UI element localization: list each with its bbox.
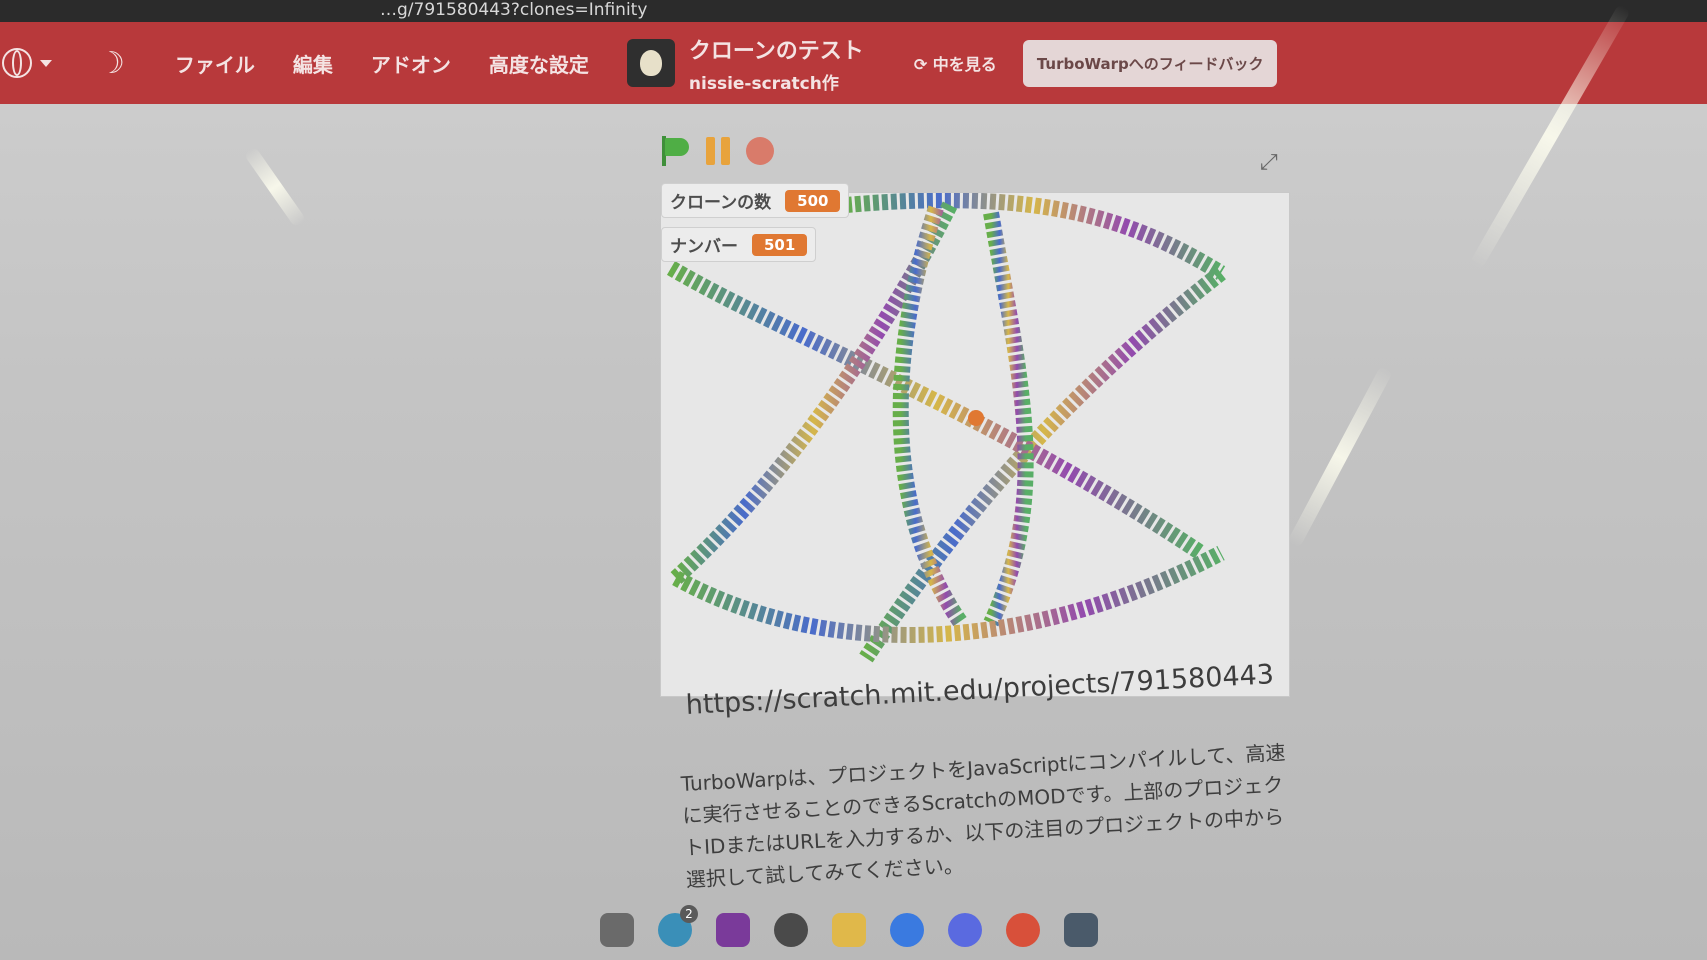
notification-badge: 2	[680, 905, 698, 923]
variable-monitor: ナンバー 501	[661, 227, 817, 262]
screen: …g/791580443?clones=Infinity ☽ ファイル 編集 ア…	[0, 0, 1707, 960]
globe-icon[interactable]	[2, 48, 32, 78]
theme-moon-icon[interactable]: ☽	[98, 46, 125, 81]
onenote-icon[interactable]	[716, 913, 750, 947]
see-inside-label: 中を見る	[932, 55, 997, 74]
monitor-value: 501	[752, 233, 808, 256]
pause-icon[interactable]	[706, 137, 730, 165]
screen-glare	[243, 146, 307, 228]
github-icon[interactable]	[774, 913, 808, 947]
folder-icon[interactable]	[832, 913, 866, 947]
stop-icon[interactable]	[746, 137, 774, 165]
menu-advanced[interactable]: 高度な設定	[489, 49, 589, 78]
address-bar[interactable]: …g/791580443?clones=Infinity	[0, 0, 1707, 22]
menu-file[interactable]: ファイル	[175, 49, 255, 78]
green-flag-icon[interactable]	[660, 136, 690, 166]
zoom-icon[interactable]	[890, 913, 924, 947]
monitor-label: クローンの数	[670, 193, 772, 213]
app-icon[interactable]	[1064, 913, 1098, 947]
chevron-down-icon[interactable]	[40, 59, 52, 67]
variable-monitor: クローンの数 500	[661, 183, 850, 218]
fullscreen-icon[interactable]: ⤢	[1260, 150, 1278, 175]
monitor-value: 500	[785, 189, 841, 212]
clone-curve	[983, 211, 1034, 627]
menubar: ☽ ファイル 編集 アドオン 高度な設定 クローンのテスト nissie-scr…	[0, 22, 1707, 104]
project-title: クローンのテスト	[688, 38, 864, 64]
project-info: クローンのテスト nissie-scratch作	[689, 33, 864, 94]
monitor-label: ナンバー	[670, 237, 738, 257]
feedback-button[interactable]: TurboWarpへのフィードバック	[1022, 39, 1278, 87]
project-thumbnail	[626, 39, 675, 87]
sprite-pattern	[666, 193, 1226, 663]
refresh-icon: ⟳	[913, 55, 933, 74]
clone-curve	[845, 193, 1226, 280]
discord-icon[interactable]	[948, 913, 982, 947]
clone-curve	[859, 266, 1226, 663]
stage-controls	[660, 136, 774, 166]
cat-sprite	[968, 410, 984, 426]
stage[interactable]: クローンの数 500 ナンバー 501	[660, 183, 1290, 697]
taskbar: 2	[600, 900, 1560, 960]
chrome-icon[interactable]	[1006, 913, 1040, 947]
menu-edit[interactable]: 編集	[293, 49, 333, 78]
see-inside-button[interactable]: ⟳ 中を見る	[914, 51, 997, 75]
edge-icon[interactable]: 2	[658, 905, 698, 947]
menu-addons[interactable]: アドオン	[371, 49, 451, 78]
project-author[interactable]: nissie-scratch作	[689, 69, 864, 94]
files-icon[interactable]	[600, 913, 634, 947]
screen-glare	[1286, 365, 1394, 549]
description: TurboWarpは、プロジェクトをJavaScriptにコンパイルして、高速 …	[680, 735, 1326, 896]
